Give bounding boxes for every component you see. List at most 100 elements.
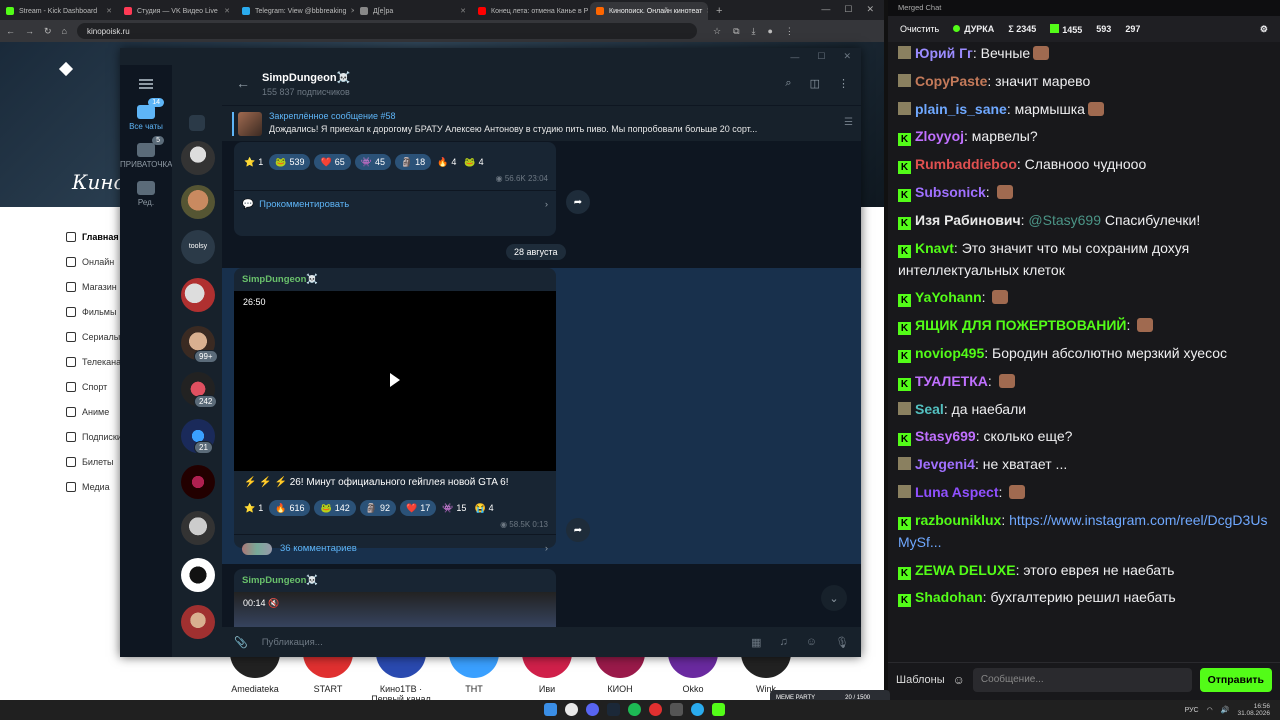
start-icon[interactable]: [544, 703, 557, 716]
site-nav-item[interactable]: Медиа: [66, 474, 126, 499]
folder-item[interactable]: 14 Все чаты: [120, 98, 172, 131]
browser-tab[interactable]: Stream - Kick Dashboard ✕: [0, 2, 118, 20]
site-nav-item[interactable]: Сериалы: [66, 324, 126, 349]
back-icon[interactable]: ←: [6, 26, 15, 36]
chat-avatar[interactable]: [181, 278, 215, 312]
chat-username[interactable]: Jevgeni4: [915, 456, 975, 472]
chat-username[interactable]: ЯЩИК ДЛЯ ПОЖЕРТВОВАНИЙ: [915, 317, 1126, 333]
play-icon[interactable]: [390, 373, 400, 387]
chat-username[interactable]: Knavt: [915, 240, 954, 256]
url-field[interactable]: kinopoisk.ru: [76, 23, 697, 39]
reaction-chip[interactable]: ⭐ 1: [242, 154, 265, 170]
sidebar-toggle-icon[interactable]: ◫: [810, 77, 820, 90]
reaction-chip[interactable]: ❤️ 17: [399, 500, 437, 516]
pin-list-icon[interactable]: ☰: [844, 117, 853, 128]
clear-button[interactable]: Очистить: [900, 24, 939, 34]
chat-username[interactable]: YaYohann: [915, 289, 982, 305]
site-nav-item[interactable]: Спорт: [66, 374, 126, 399]
chat-avatar[interactable]: [181, 605, 215, 639]
reaction-chip[interactable]: 🐸 4: [462, 154, 485, 170]
menu-icon[interactable]: ⋮: [785, 26, 794, 37]
message-sender[interactable]: SimpDungeon☠️: [234, 268, 556, 285]
close-icon[interactable]: ✕: [843, 51, 851, 62]
share-button[interactable]: ➦: [566, 190, 590, 214]
chat-message-input[interactable]: Сообщение...: [972, 667, 1192, 692]
bell-icon[interactable]: ♫: [780, 636, 788, 649]
message-sender[interactable]: SimpDungeon☠️: [234, 569, 556, 586]
site-nav-item[interactable]: Фильмы: [66, 299, 126, 324]
chat-username[interactable]: CopyPaste: [915, 73, 987, 89]
home-icon[interactable]: ⌂: [62, 26, 67, 36]
schedule-icon[interactable]: ▦: [751, 636, 761, 649]
site-nav-item[interactable]: Билеты: [66, 449, 126, 474]
chat-username[interactable]: noviop495: [915, 345, 984, 361]
extensions-icon[interactable]: ⧉: [733, 26, 739, 37]
reaction-chip[interactable]: 😭 4: [472, 500, 495, 516]
reload-icon[interactable]: ↻: [44, 26, 52, 37]
channel-title[interactable]: SimpDungeon☠️: [262, 71, 350, 84]
kick-icon[interactable]: [712, 703, 725, 716]
templates-button[interactable]: Шаблоны: [896, 674, 945, 686]
browser-tab[interactable]: Студия — VK Видео Live ✕: [118, 2, 236, 20]
reaction-chip[interactable]: 🐸 142: [314, 500, 356, 516]
new-tab-button[interactable]: +: [708, 5, 730, 20]
tab-close-icon[interactable]: ✕: [346, 7, 354, 15]
browser-tab[interactable]: Д[е]ра ✕: [354, 2, 472, 20]
share-button[interactable]: ➦: [566, 518, 590, 542]
reaction-chip[interactable]: 👾 45: [354, 154, 391, 170]
app-icon[interactable]: [649, 703, 662, 716]
send-button[interactable]: Отправить: [1199, 667, 1272, 692]
chat-avatar[interactable]: [181, 511, 215, 545]
emoji-icon[interactable]: ☺: [806, 636, 817, 649]
chrome-icon[interactable]: [565, 703, 578, 716]
back-arrow-icon[interactable]: ←: [236, 75, 250, 91]
more-icon[interactable]: ⋮: [838, 77, 849, 90]
maximize-icon[interactable]: ☐: [817, 51, 825, 62]
muted-icon[interactable]: 🔇: [268, 598, 279, 608]
reaction-chip[interactable]: ⭐ 1: [242, 500, 265, 516]
tab-close-icon[interactable]: ✕: [102, 7, 112, 15]
browser-tab[interactable]: Конец лета: отмена Канье в Р✕: [472, 2, 590, 20]
chat-username[interactable]: Subsonick: [915, 184, 986, 200]
chat-username[interactable]: Zloyyoj: [915, 128, 964, 144]
reaction-chip[interactable]: 🔥 4: [435, 154, 458, 170]
mic-icon[interactable]: 🎙: [835, 636, 849, 649]
chat-username[interactable]: Luna Aspect: [915, 484, 999, 500]
message-input[interactable]: Публикация...: [262, 637, 323, 648]
reaction-chip[interactable]: 🔥 616: [269, 500, 311, 516]
telegram-icon[interactable]: [691, 703, 704, 716]
chat-avatar[interactable]: [181, 558, 215, 592]
chat-username[interactable]: razbouniklux: [915, 512, 1001, 528]
folder-item[interactable]: Ред.: [120, 181, 172, 207]
chat-username[interactable]: Юрий Гг: [915, 45, 973, 61]
lang-indicator[interactable]: РУС: [1185, 707, 1199, 714]
discord-icon[interactable]: [586, 703, 599, 716]
browser-tab[interactable]: Кинопоиск. Онлайн кинотеат✕: [590, 2, 708, 20]
site-nav-item[interactable]: Телеканалы: [66, 349, 133, 374]
download-icon[interactable]: ⤓: [752, 26, 756, 37]
volume-icon[interactable]: 🔊: [1221, 706, 1230, 714]
tab-close-icon[interactable]: ✕: [220, 7, 230, 15]
reaction-chip[interactable]: 🗿 18: [394, 154, 432, 170]
archive-icon[interactable]: [189, 115, 205, 131]
folder-item[interactable]: 5 ПРИВАТОЧКА: [120, 136, 173, 169]
reaction-chip[interactable]: 🐸 539: [269, 154, 311, 170]
maximize-icon[interactable]: ☐: [844, 4, 852, 15]
chat-username[interactable]: Rumbaddieboo: [915, 156, 1017, 172]
close-icon[interactable]: ✕: [866, 4, 874, 15]
site-nav-item[interactable]: Подписки: [66, 424, 126, 449]
profile-icon[interactable]: ●: [767, 26, 772, 37]
search-icon[interactable]: ⌕: [785, 77, 791, 90]
tab-close-icon[interactable]: ✕: [456, 7, 466, 15]
chat-username[interactable]: ТУАЛЕТКА: [915, 373, 988, 389]
reaction-chip[interactable]: 👾 15: [440, 500, 468, 516]
chat-username[interactable]: Seal: [915, 401, 944, 417]
star-icon[interactable]: ☆: [713, 26, 721, 37]
chat-username[interactable]: Stasy699: [915, 428, 976, 444]
reaction-chip[interactable]: 🗿 92: [359, 500, 396, 516]
site-nav-item[interactable]: Магазин: [66, 274, 126, 299]
browser-tab[interactable]: Telegram: View @bbbreaking ✕: [236, 2, 354, 20]
steam-icon[interactable]: [607, 703, 620, 716]
forward-icon[interactable]: →: [25, 26, 34, 36]
video-player[interactable]: 26:50: [234, 291, 556, 471]
